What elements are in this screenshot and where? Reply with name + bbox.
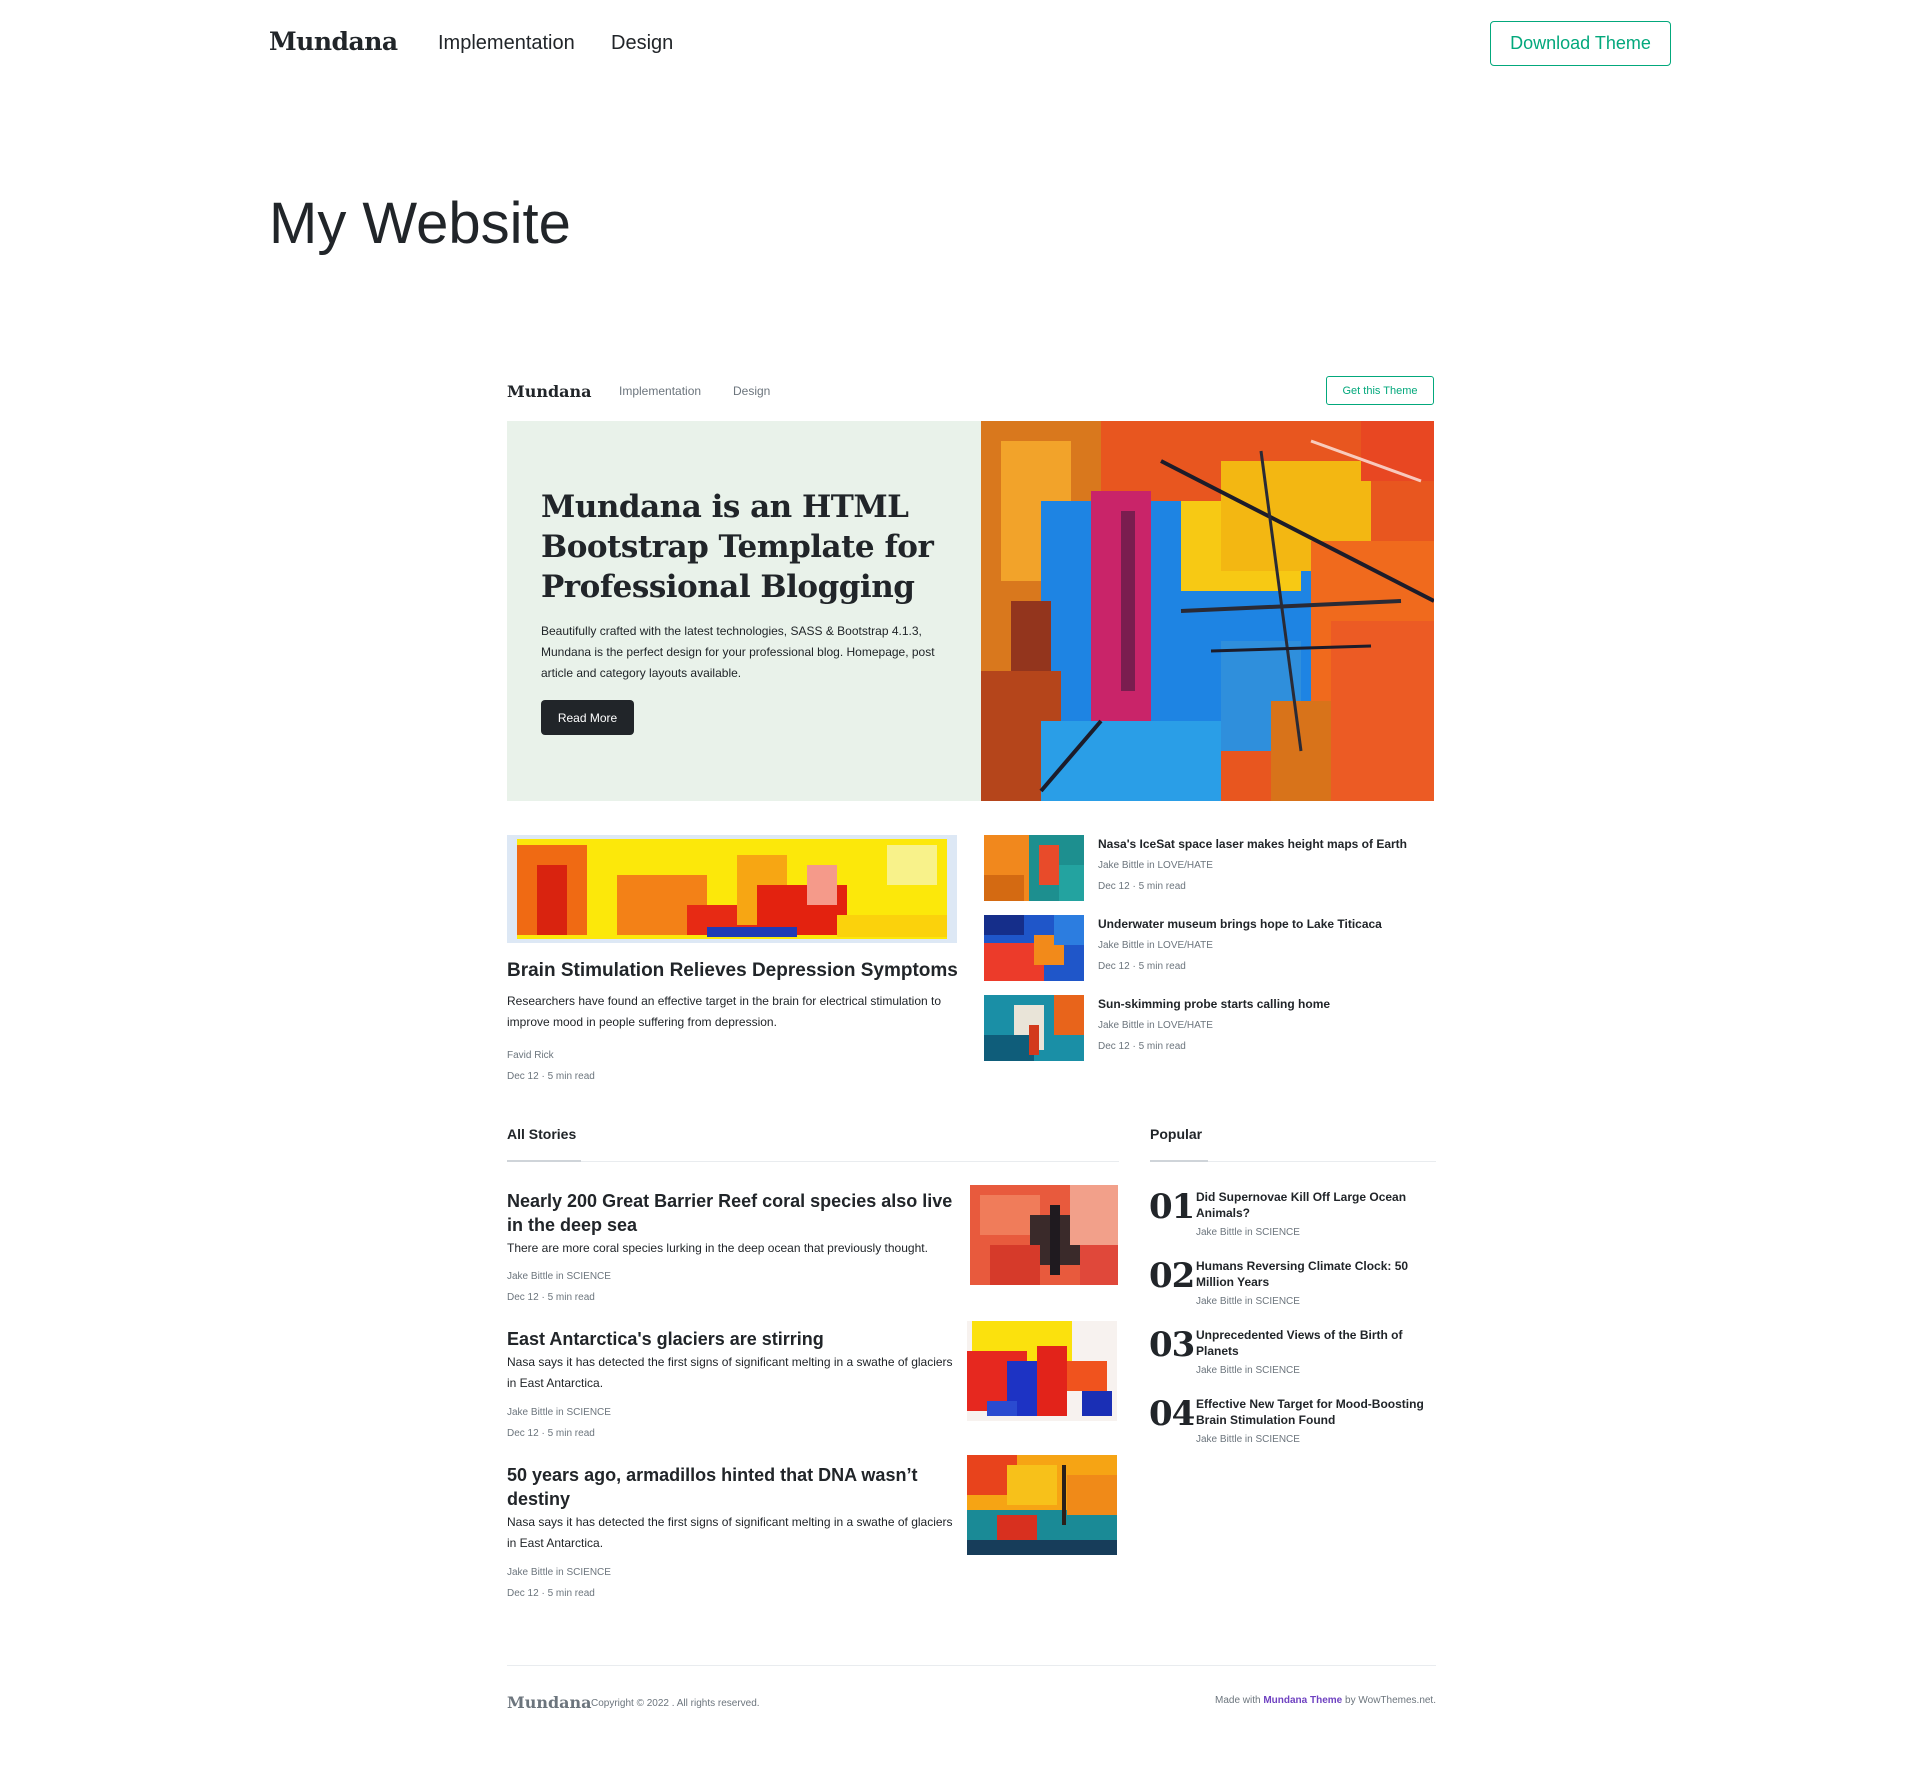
side-post-title[interactable]: Nasa's IceSat space laser makes height m…: [1098, 837, 1438, 851]
story-description: Nasa says it has detected the first sign…: [507, 1355, 953, 1390]
outer-logo[interactable]: Mundana: [269, 27, 398, 56]
popular-heading: Popular: [1150, 1126, 1203, 1142]
popular-rank: 02: [1149, 1256, 1195, 1296]
featured-post-image[interactable]: [507, 835, 957, 943]
popular-item: 01 Did Supernovae Kill Off Large Ocean A…: [1149, 1187, 1439, 1249]
get-theme-button[interactable]: Get this Theme: [1326, 376, 1434, 405]
popular-title[interactable]: Effective New Target for Mood-Boosting B…: [1196, 1396, 1436, 1428]
side-post-meta: Dec 12 · 5 min read: [1098, 1041, 1186, 1052]
outer-navbar: Mundana Implementation Design Download T…: [0, 0, 1920, 90]
footer-made-prefix: Made with: [1214, 1695, 1261, 1706]
side-post: Underwater museum brings hope to Lake Ti…: [984, 915, 1436, 985]
story-meta: Dec 12 · 5 min read: [507, 1588, 595, 1599]
side-post-author[interactable]: Jake Bittle in LOVE/HATE: [1098, 860, 1213, 871]
hero-text-panel: Mundana is an HTML Bootstrap Template fo…: [507, 421, 981, 801]
side-post-meta: Dec 12 · 5 min read: [1098, 881, 1186, 892]
featured-post-meta: Dec 12 · 5 min read: [507, 1071, 595, 1082]
side-post: Nasa's IceSat space laser makes height m…: [984, 835, 1436, 905]
popular-underline: [1150, 1160, 1208, 1162]
story-item: 50 years ago, armadillos hinted that DNA…: [507, 1455, 1117, 1613]
hero-title: Mundana is an HTML Bootstrap Template fo…: [541, 489, 934, 605]
featured-post-title[interactable]: Brain Stimulation Relieves Depression Sy…: [507, 960, 967, 982]
footer-logo: Mundana: [507, 1693, 592, 1712]
hero-description: Beautifully crafted with the latest tech…: [541, 624, 935, 680]
nav-link-design[interactable]: Design: [611, 32, 673, 55]
story-author[interactable]: Jake Bittle in SCIENCE: [507, 1407, 611, 1418]
popular-author[interactable]: Jake Bittle in SCIENCE: [1196, 1296, 1300, 1307]
popular-item: 03 Unprecedented Views of the Birth of P…: [1149, 1325, 1439, 1387]
side-post-title[interactable]: Sun-skimming probe starts calling home: [1098, 997, 1438, 1011]
popular-title[interactable]: Humans Reversing Climate Clock: 50 Milli…: [1196, 1258, 1436, 1290]
featured-post-description: Researchers have found an effective targ…: [507, 994, 942, 1029]
story-meta: Dec 12 · 5 min read: [507, 1292, 595, 1303]
inner-nav-link-design[interactable]: Design: [733, 384, 770, 398]
read-more-button[interactable]: Read More: [541, 700, 634, 735]
footer-copyright: Copyright © 2022 . All rights reserved.: [591, 1698, 760, 1709]
story-description: There are more coral species lurking in …: [507, 1241, 928, 1255]
side-post-thumbnail[interactable]: [984, 995, 1084, 1061]
footer-credit: Made with Mundana Theme by WowThemes.net…: [1215, 1695, 1436, 1706]
side-post-thumbnail[interactable]: [984, 915, 1084, 981]
popular-rank: 04: [1149, 1394, 1195, 1434]
story-item: East Antarctica's glaciers are stirring …: [507, 1321, 1117, 1457]
nav-link-implementation[interactable]: Implementation: [438, 32, 575, 55]
inner-logo[interactable]: Mundana: [507, 382, 592, 401]
all-stories-underline: [507, 1160, 581, 1162]
footer-made-suffix: by WowThemes.net.: [1345, 1695, 1436, 1706]
side-post: Sun-skimming probe starts calling home J…: [984, 995, 1436, 1065]
side-post-meta: Dec 12 · 5 min read: [1098, 961, 1186, 972]
popular-item: 04 Effective New Target for Mood-Boostin…: [1149, 1394, 1439, 1456]
popular-item: 02 Humans Reversing Climate Clock: 50 Mi…: [1149, 1256, 1439, 1318]
all-stories-heading: All Stories: [507, 1126, 577, 1142]
story-author[interactable]: Jake Bittle in SCIENCE: [507, 1567, 611, 1578]
story-description: Nasa says it has detected the first sign…: [507, 1515, 953, 1550]
story-title[interactable]: 50 years ago, armadillos hinted that DNA…: [507, 1463, 967, 1511]
page-title: My Website: [269, 191, 571, 256]
story-image[interactable]: [970, 1185, 1118, 1285]
footer-divider: [507, 1665, 1436, 1666]
footer-theme-link[interactable]: Mundana Theme: [1263, 1695, 1342, 1706]
story-item: Nearly 200 Great Barrier Reef coral spec…: [507, 1185, 1118, 1319]
hero-image: [981, 421, 1434, 801]
popular-author[interactable]: Jake Bittle in SCIENCE: [1196, 1365, 1300, 1376]
popular-author[interactable]: Jake Bittle in SCIENCE: [1196, 1227, 1300, 1238]
side-post-author[interactable]: Jake Bittle in LOVE/HATE: [1098, 940, 1213, 951]
popular-author[interactable]: Jake Bittle in SCIENCE: [1196, 1434, 1300, 1445]
inner-nav-link-implementation[interactable]: Implementation: [619, 384, 701, 398]
story-title[interactable]: East Antarctica's glaciers are stirring: [507, 1327, 967, 1351]
all-stories-divider: [507, 1161, 1119, 1162]
story-author[interactable]: Jake Bittle in SCIENCE: [507, 1271, 611, 1282]
story-meta: Dec 12 · 5 min read: [507, 1428, 595, 1439]
popular-title[interactable]: Unprecedented Views of the Birth of Plan…: [1196, 1327, 1436, 1359]
featured-post-author[interactable]: Favid Rick: [507, 1050, 554, 1061]
side-post-thumbnail[interactable]: [984, 835, 1084, 901]
download-theme-button[interactable]: Download Theme: [1490, 21, 1671, 66]
hero-section: Mundana is an HTML Bootstrap Template fo…: [507, 421, 1434, 801]
story-image[interactable]: [967, 1321, 1117, 1421]
side-post-author[interactable]: Jake Bittle in LOVE/HATE: [1098, 1020, 1213, 1031]
popular-rank: 03: [1149, 1325, 1195, 1365]
side-post-title[interactable]: Underwater museum brings hope to Lake Ti…: [1098, 917, 1438, 931]
popular-rank: 01: [1149, 1187, 1195, 1227]
popular-title[interactable]: Did Supernovae Kill Off Large Ocean Anim…: [1196, 1189, 1436, 1221]
story-image[interactable]: [967, 1455, 1117, 1555]
story-title[interactable]: Nearly 200 Great Barrier Reef coral spec…: [507, 1189, 967, 1237]
